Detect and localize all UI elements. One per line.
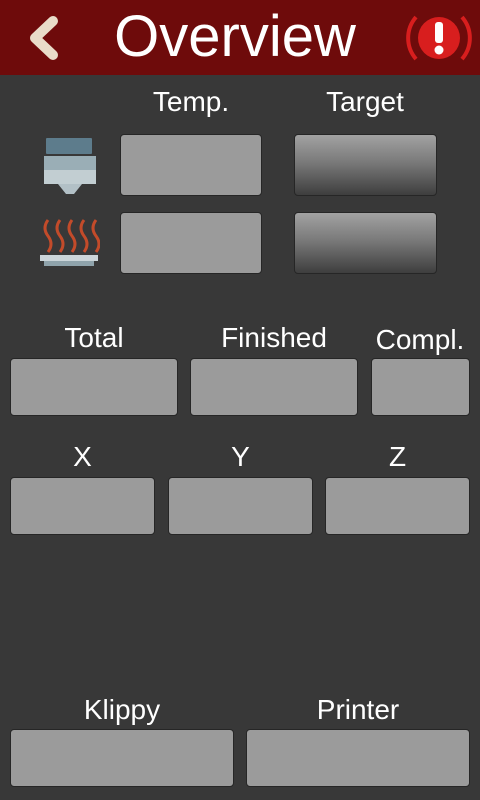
finished-label: Finished: [221, 322, 327, 353]
alert-button[interactable]: [404, 9, 474, 67]
completion-label: Compl.: [375, 324, 465, 355]
extruder-icon: [44, 138, 96, 194]
z-position-field: [325, 477, 470, 535]
klippy-label: Klippy: [83, 694, 161, 725]
z-label: Z: [388, 441, 407, 472]
page-title: Overview: [114, 4, 356, 69]
bed-target-button[interactable]: [294, 212, 437, 274]
printer-status-field: [246, 729, 470, 787]
x-label: X: [73, 441, 92, 472]
back-button[interactable]: [20, 12, 66, 64]
y-position-field: [168, 477, 313, 535]
chevron-left-icon: [30, 16, 58, 60]
printer-label: Printer: [316, 694, 400, 725]
extruder-target-button[interactable]: [294, 134, 437, 196]
alert-exclamation-icon: [406, 15, 472, 61]
heated-bed-icon: [40, 219, 100, 266]
y-label: Y: [231, 441, 250, 472]
completion-field: [371, 358, 470, 416]
target-column-label: Target: [326, 86, 404, 117]
header-bar: Overview: [0, 0, 480, 75]
x-position-field: [10, 477, 155, 535]
finished-field: [190, 358, 358, 416]
bed-temp-field: [120, 212, 262, 274]
extruder-temp-field: [120, 134, 262, 196]
klippy-status-field: [10, 729, 234, 787]
overview-screen: Overview Temp. Target Total Finished Com…: [0, 0, 480, 800]
total-label: Total: [64, 322, 124, 353]
total-field: [10, 358, 178, 416]
temp-column-label: Temp.: [152, 86, 230, 117]
